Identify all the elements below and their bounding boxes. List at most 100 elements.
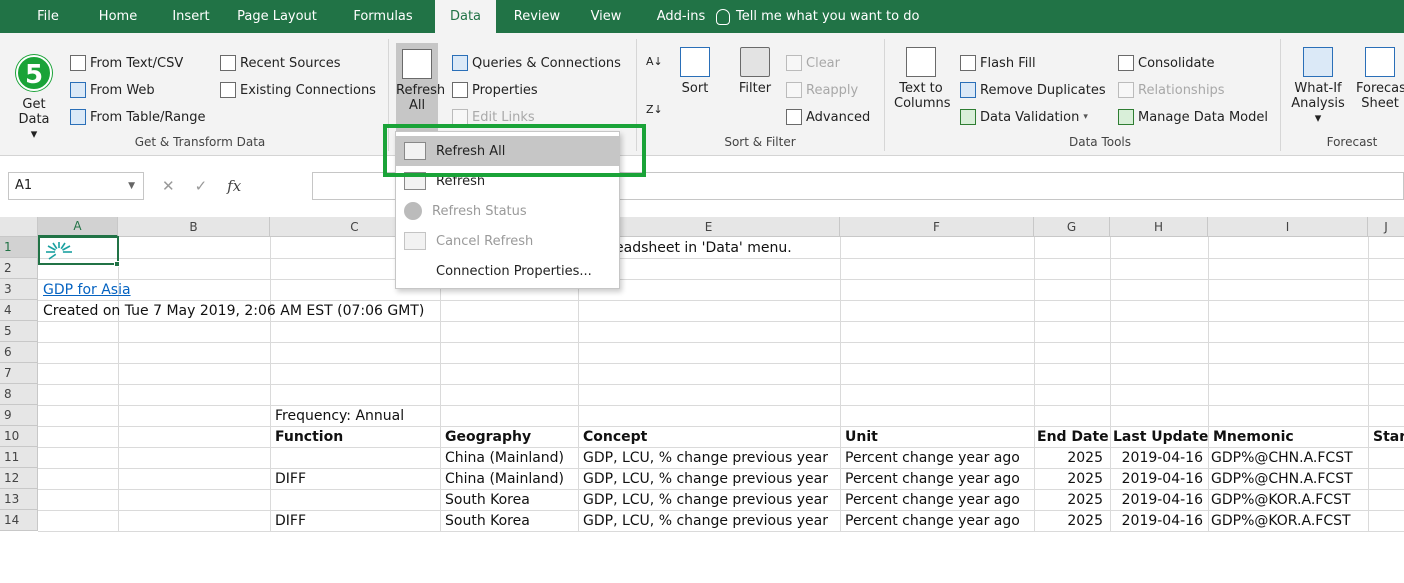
- row-header-14[interactable]: 14: [0, 510, 38, 531]
- clear-filter-button[interactable]: Clear: [786, 55, 840, 71]
- row-header-5[interactable]: 5: [0, 321, 38, 342]
- column-header-b[interactable]: B: [118, 217, 270, 237]
- manage-data-model-label: Manage Data Model: [1138, 109, 1268, 125]
- chevron-down-icon: ▾: [1083, 112, 1088, 122]
- column-header-j[interactable]: J: [1368, 217, 1404, 237]
- row-header-12[interactable]: 12: [0, 468, 38, 489]
- row-header-7[interactable]: 7: [0, 363, 38, 384]
- table-row-function: DIFF: [275, 471, 307, 487]
- gridline: [38, 363, 1404, 364]
- get-data-label-1: Get: [22, 97, 46, 112]
- table-row-geography: South Korea: [445, 492, 530, 508]
- row-header-11[interactable]: 11: [0, 447, 38, 468]
- column-header-h[interactable]: H: [1110, 217, 1208, 237]
- gridline: [38, 447, 1404, 448]
- manage-data-model-button[interactable]: Manage Data Model: [1118, 109, 1268, 125]
- tab-formulas[interactable]: Formulas: [348, 0, 418, 33]
- refresh-all-button[interactable]: Refresh All: [396, 43, 445, 131]
- row-header-2[interactable]: 2: [0, 258, 38, 279]
- row-header-4[interactable]: 4: [0, 300, 38, 321]
- row-header-8[interactable]: 8: [0, 384, 38, 405]
- what-if-analysis-button[interactable]: What-If Analysis ▾: [1288, 47, 1348, 126]
- flash-fill-icon: [960, 55, 976, 71]
- existing-connections-label: Existing Connections: [240, 82, 376, 98]
- edit-links-icon: [452, 109, 468, 125]
- group-separator: [1280, 39, 1281, 151]
- relationships-button[interactable]: Relationships: [1118, 82, 1225, 98]
- filter-button[interactable]: Filter: [734, 47, 776, 96]
- remove-duplicates-button[interactable]: Remove Duplicates: [960, 82, 1106, 98]
- existing-connections-button[interactable]: Existing Connections: [220, 82, 376, 98]
- forecast-chart-icon: [1365, 47, 1395, 77]
- tab-review[interactable]: Review: [508, 0, 566, 33]
- what-if-label-1: What-If: [1294, 81, 1342, 96]
- relationships-icon: [1118, 82, 1134, 98]
- header-last-update: Last Update: [1113, 429, 1209, 445]
- text-to-columns-icon: [906, 47, 936, 77]
- from-web-button[interactable]: From Web: [70, 82, 155, 98]
- formula-buttons: ✕ ✓ fx: [162, 177, 241, 195]
- row-header-6[interactable]: 6: [0, 342, 38, 363]
- column-header-g[interactable]: G: [1034, 217, 1110, 237]
- sort-button[interactable]: Sort: [674, 47, 716, 96]
- tab-add-ins[interactable]: Add-ins: [652, 0, 710, 33]
- from-text-csv-button[interactable]: From Text/CSV: [70, 55, 183, 71]
- edit-links-button[interactable]: Edit Links: [452, 109, 535, 125]
- queries-connections-button[interactable]: Queries & Connections: [452, 55, 621, 71]
- tab-insert[interactable]: Insert: [166, 0, 216, 33]
- menu-item-connection-properties[interactable]: Connection Properties...: [396, 256, 619, 286]
- column-header-a[interactable]: A: [38, 217, 118, 237]
- table-row-end-date: 2025: [1067, 513, 1103, 529]
- consolidate-button[interactable]: Consolidate: [1118, 55, 1215, 71]
- table-row-unit: Percent change year ago: [845, 513, 1020, 529]
- tab-data[interactable]: Data: [435, 0, 496, 33]
- row-header-13[interactable]: 13: [0, 489, 38, 510]
- recent-sources-button[interactable]: Recent Sources: [220, 55, 340, 71]
- table-row-last-update: 2019-04-16: [1121, 450, 1203, 466]
- formula-bar: A1 ▼ ✕ ✓ fx: [0, 165, 1404, 207]
- table-row-end-date: 2025: [1067, 492, 1103, 508]
- name-box[interactable]: A1 ▼: [8, 172, 144, 200]
- row-header-3[interactable]: 3: [0, 279, 38, 300]
- data-validation-button[interactable]: Data Validation ▾: [960, 109, 1088, 125]
- table-row-last-update: 2019-04-16: [1121, 471, 1203, 487]
- menu-item-refresh-status[interactable]: Refresh Status: [396, 196, 619, 226]
- forecast-sheet-button[interactable]: Forecast Sheet: [1356, 47, 1404, 111]
- queries-connections-label: Queries & Connections: [472, 55, 621, 71]
- advanced-filter-button[interactable]: Advanced: [786, 109, 870, 125]
- data-validation-icon: [960, 109, 976, 125]
- column-header-i[interactable]: I: [1208, 217, 1368, 237]
- column-header-f[interactable]: F: [840, 217, 1034, 237]
- select-all-corner[interactable]: [0, 217, 38, 237]
- row-header-1[interactable]: 1: [0, 237, 38, 258]
- step-number-badge: 5: [16, 55, 52, 91]
- gridline: [38, 321, 1404, 322]
- tell-me-box[interactable]: Tell me what you want to do: [716, 0, 919, 33]
- table-row-concept: GDP, LCU, % change previous year: [583, 450, 828, 466]
- tab-file[interactable]: File: [28, 0, 68, 33]
- flash-fill-button[interactable]: Flash Fill: [960, 55, 1036, 71]
- sort-az-button[interactable]: A↓: [646, 55, 663, 68]
- row-header-10[interactable]: 10: [0, 426, 38, 447]
- get-data-button[interactable]: Get Data ▾: [14, 97, 54, 142]
- reapply-button[interactable]: Reapply: [786, 82, 858, 98]
- tab-page-layout[interactable]: Page Layout: [228, 0, 326, 33]
- from-text-csv-label: From Text/CSV: [90, 55, 184, 71]
- tab-home[interactable]: Home: [92, 0, 144, 33]
- properties-button[interactable]: Properties: [452, 82, 538, 98]
- from-table-range-button[interactable]: From Table/Range: [70, 109, 206, 125]
- header-unit: Unit: [845, 429, 878, 445]
- selected-cell-a1[interactable]: [38, 236, 119, 265]
- cancel-icon[interactable]: ✕: [162, 177, 175, 195]
- insert-function-icon[interactable]: fx: [227, 177, 241, 195]
- fill-handle[interactable]: [114, 261, 120, 267]
- text-to-columns-button[interactable]: Text to Columns: [894, 47, 951, 111]
- menu-item-cancel-refresh[interactable]: Cancel Refresh: [396, 226, 619, 256]
- enter-icon[interactable]: ✓: [195, 177, 208, 195]
- row-header-9[interactable]: 9: [0, 405, 38, 426]
- tab-view[interactable]: View: [584, 0, 628, 33]
- sort-za-button[interactable]: Z↓: [646, 103, 663, 116]
- gridline: [38, 405, 1404, 406]
- reapply-icon: [786, 82, 802, 98]
- cell-a3-link[interactable]: GDP for Asia: [40, 282, 134, 298]
